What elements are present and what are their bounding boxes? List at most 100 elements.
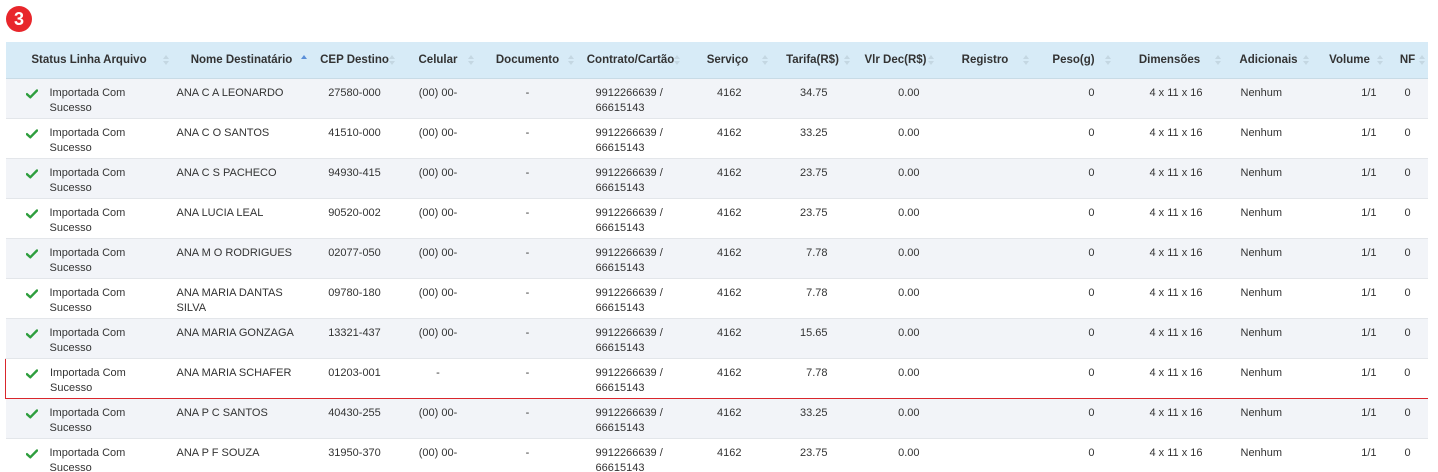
cell-declared-value: 0.00	[853, 358, 938, 399]
cell-cep: 94930-415	[310, 158, 399, 199]
sort-ascending-icon[interactable]	[300, 55, 307, 65]
cell-additionals: Nenhum	[1224, 278, 1313, 319]
column-header-nome[interactable]: Nome Destinatário	[172, 42, 311, 79]
table-row[interactable]: Importada Com Sucesso ANA P F SOUZA 31950-…	[5, 438, 1428, 472]
cell-contract: 9912266639 / 66615143	[577, 158, 684, 199]
cell-contract: 9912266639 / 66615143	[577, 438, 684, 472]
sort-icon[interactable]	[567, 55, 574, 65]
table-header: Status Linha Arquivo Nome Destinatário CEP…	[5, 42, 1428, 79]
cell-document: -	[477, 238, 578, 279]
column-header-celular[interactable]: Celular	[398, 42, 478, 79]
cell-registration	[937, 158, 1033, 199]
table-row[interactable]: Importada Com Sucesso ANA MARIA DANTAS SI…	[5, 278, 1428, 319]
table-row-selected[interactable]: Importada Com Sucesso ANA MARIA SCHAFER 01…	[5, 358, 1428, 399]
card-number: 66615143	[595, 302, 645, 314]
cell-additionals: Nenhum	[1224, 238, 1313, 279]
success-check-icon	[25, 209, 38, 219]
cell-declared-value: 0.00	[853, 278, 938, 319]
table-row[interactable]: Importada Com Sucesso ANA C A LEONARDO 275…	[5, 78, 1428, 119]
table-row[interactable]: Importada Com Sucesso ANA C O SANTOS 41510…	[5, 118, 1428, 159]
sort-icon[interactable]	[1418, 55, 1425, 65]
cell-volume: 1/1	[1312, 278, 1387, 319]
column-header-documento[interactable]: Documento	[477, 42, 578, 79]
cell-volume: 1/1	[1312, 198, 1387, 239]
sort-icon[interactable]	[1376, 55, 1383, 65]
sort-icon[interactable]	[388, 55, 395, 65]
column-header-servico[interactable]: Serviço	[683, 42, 772, 79]
cell-weight: 0	[1032, 438, 1115, 472]
cell-service: 4162	[683, 198, 772, 239]
status-text: Importada Com Sucesso	[49, 407, 126, 434]
cell-nf: 0	[1386, 358, 1428, 399]
cell-dimensions: 4 x 11 x 16	[1114, 278, 1225, 319]
cell-tariff: 7.78	[771, 238, 854, 279]
column-header-volume[interactable]: Volume	[1312, 42, 1387, 79]
column-header-peso[interactable]: Peso(g)	[1032, 42, 1115, 79]
sort-icon[interactable]	[1104, 55, 1111, 65]
status-text: Importada Com Sucesso	[49, 247, 126, 274]
cell-nf: 0	[1386, 78, 1428, 119]
table-row[interactable]: Importada Com Sucesso ANA LUCIA LEAL 90520…	[5, 198, 1428, 239]
table-row[interactable]: Importada Com Sucesso ANA P C SANTOS 40430…	[5, 398, 1428, 439]
cell-contract: 9912266639 / 66615143	[577, 318, 684, 359]
table-row[interactable]: Importada Com Sucesso ANA M O RODRIGUES 02…	[5, 238, 1428, 279]
cell-status: Importada Com Sucesso	[5, 158, 173, 199]
sort-icon[interactable]	[673, 55, 680, 65]
success-check-icon	[25, 169, 38, 179]
column-header-adicionais[interactable]: Adicionais	[1224, 42, 1313, 79]
cell-cep: 31950-370	[310, 438, 399, 472]
card-number: 66615143	[595, 102, 645, 114]
cell-tariff: 23.75	[771, 158, 854, 199]
column-header-label: Contrato/Cartão	[586, 54, 675, 66]
column-header-contrato[interactable]: Contrato/Cartão	[577, 42, 684, 79]
cell-phone: (00) 00-	[398, 78, 478, 119]
table-row[interactable]: Importada Com Sucesso ANA MARIA GONZAGA 13…	[5, 318, 1428, 359]
column-header-label: NF	[1399, 54, 1416, 66]
cell-recipient-name: ANA MARIA GONZAGA	[172, 318, 311, 359]
cell-nf: 0	[1386, 238, 1428, 279]
cell-status: Importada Com Sucesso	[5, 358, 173, 399]
cell-nf: 0	[1386, 118, 1428, 159]
column-header-vlr-dec[interactable]: Vlr Dec(R$)	[853, 42, 938, 79]
column-header-cep[interactable]: CEP Destino	[310, 42, 399, 79]
cell-additionals: Nenhum	[1224, 398, 1313, 439]
cell-declared-value: 0.00	[853, 198, 938, 239]
cell-recipient-name: ANA M O RODRIGUES	[172, 238, 311, 279]
cell-dimensions: 4 x 11 x 16	[1114, 318, 1225, 359]
cell-service: 4162	[683, 358, 772, 399]
cell-dimensions: 4 x 11 x 16	[1114, 398, 1225, 439]
cell-document: -	[477, 398, 578, 439]
cell-additionals: Nenhum	[1224, 78, 1313, 119]
contract-number: 9912266639 /	[595, 207, 663, 219]
status-text: Importada Com Sucesso	[49, 87, 126, 114]
column-header-status[interactable]: Status Linha Arquivo	[5, 42, 173, 79]
sort-icon[interactable]	[1302, 55, 1309, 65]
column-header-registro[interactable]: Registro	[937, 42, 1033, 79]
table-row[interactable]: Importada Com Sucesso ANA C S PACHECO 9493…	[5, 158, 1428, 199]
cell-contract: 9912266639 / 66615143	[577, 358, 684, 399]
sort-icon[interactable]	[162, 55, 169, 65]
cell-volume: 1/1	[1312, 318, 1387, 359]
sort-icon[interactable]	[467, 55, 474, 65]
cell-weight: 0	[1032, 158, 1115, 199]
sort-icon[interactable]	[843, 55, 850, 65]
sort-icon[interactable]	[1214, 55, 1221, 65]
cell-recipient-name: ANA LUCIA LEAL	[172, 198, 311, 239]
cell-nf: 0	[1386, 438, 1428, 472]
card-number: 66615143	[595, 342, 645, 354]
sort-icon[interactable]	[761, 55, 768, 65]
cell-registration	[937, 438, 1033, 472]
column-header-nf[interactable]: NF	[1386, 42, 1428, 79]
cell-volume: 1/1	[1312, 238, 1387, 279]
sort-icon[interactable]	[927, 55, 934, 65]
cell-registration	[937, 238, 1033, 279]
card-number: 66615143	[595, 182, 645, 194]
cell-status: Importada Com Sucesso	[5, 118, 173, 159]
cell-document: -	[477, 158, 578, 199]
column-header-tarifa[interactable]: Tarifa(R$)	[771, 42, 854, 79]
cell-phone: (00) 00-	[398, 318, 478, 359]
column-header-label: Status Linha Arquivo	[31, 54, 147, 66]
cell-cep: 90520-002	[310, 198, 399, 239]
sort-icon[interactable]	[1022, 55, 1029, 65]
column-header-dimensoes[interactable]: Dimensões	[1114, 42, 1225, 79]
